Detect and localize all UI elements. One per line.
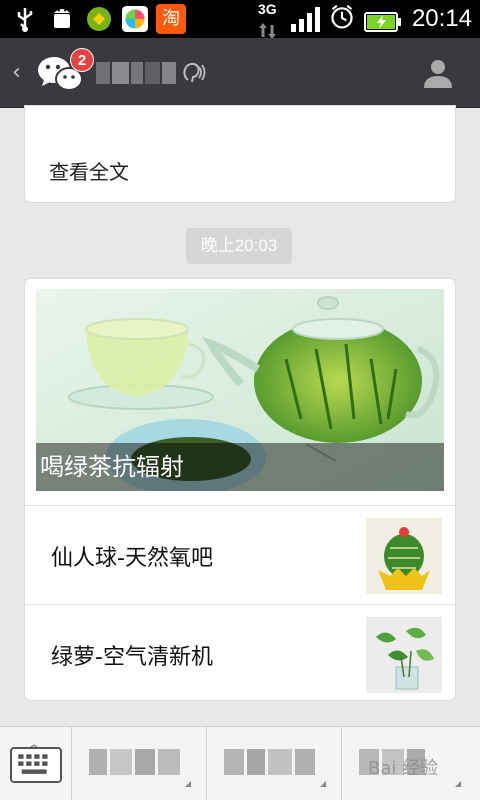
article-title: 仙人球-天然氧吧 [51,546,213,571]
network-type: 3G [258,1,277,17]
submenu-indicator-icon [185,781,191,787]
keyboard-icon [10,747,62,783]
taobao-icon: 淘 [156,4,186,34]
clock: 20:14 [411,5,472,32]
cover-article-title: 喝绿茶抗辐射 [36,443,444,491]
message-timestamp: 晚上20:03 [186,228,292,264]
contact-name-redacted [96,62,176,84]
pothos-thumbnail [366,617,442,693]
submenu-indicator-icon [455,781,461,787]
app-icon-green [87,7,111,31]
battery-charging-icon [364,12,401,32]
multi-article-card: 喝绿茶抗辐射 仙人球-天然氧吧 绿萝-空气清新机 [25,279,455,700]
cactus-thumbnail [366,518,442,594]
menu-button-1[interactable] [73,727,207,800]
signal-icon [291,7,320,32]
article-card-previous[interactable]: 查看全文 [25,106,455,202]
back-button[interactable]: ‹ [12,60,21,85]
menu-label-redacted [89,749,180,775]
android-debug-icon [54,9,70,28]
cactus-image [366,518,442,594]
menu-label-redacted [224,749,315,775]
submenu-indicator-icon [320,781,326,787]
alarm-icon [331,4,353,29]
article-list-item[interactable]: 仙人球-天然氧吧 [25,505,455,604]
switch-to-keyboard-button[interactable]: ︿ [0,727,72,800]
read-all-link[interactable]: 查看全文 [49,156,129,185]
baidu-watermark: Bai 经验 [368,758,439,779]
article-list-item[interactable]: 绿萝-空气清新机 [25,604,455,703]
pothos-image [366,617,442,693]
status-bar: 淘 3G 20:14 [0,0,480,39]
profile-icon[interactable] [422,56,454,88]
app-icon-colorful [122,6,148,32]
article-title: 绿萝-空气清新机 [51,645,213,670]
chat-title-bar: ‹ 2 [0,38,480,108]
menu-button-2[interactable] [208,727,342,800]
cover-article[interactable]: 喝绿茶抗辐射 [36,289,444,491]
usb-icon [17,8,33,32]
unread-badge: 2 [70,48,94,72]
earpiece-mode-icon[interactable] [180,60,206,86]
